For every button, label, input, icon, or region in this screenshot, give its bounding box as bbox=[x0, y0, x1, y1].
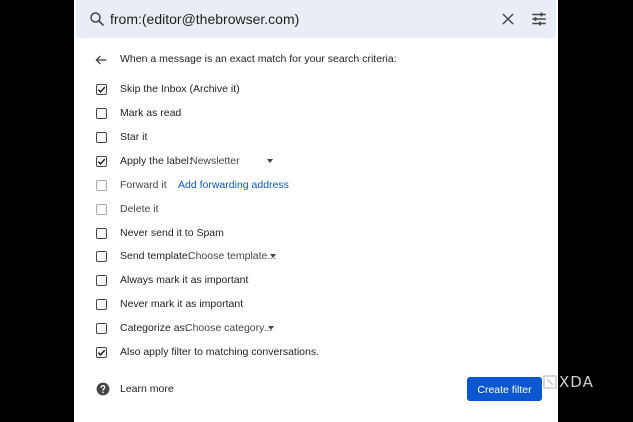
option-label: Categorize as: bbox=[120, 322, 188, 334]
option-forward-it: Forward it Add forwarding address bbox=[96, 178, 536, 196]
option-label: Forward it bbox=[120, 179, 167, 191]
option-label: Also apply filter to matching conversati… bbox=[120, 346, 320, 358]
option-label: Apply the label: bbox=[120, 155, 192, 167]
checkmark-icon bbox=[97, 349, 106, 356]
create-filter-panel: from:(editor@thebrowser.com) When a mess… bbox=[74, 0, 558, 422]
search-input[interactable]: from:(editor@thebrowser.com) bbox=[110, 11, 299, 27]
option-skip-inbox: Skip the Inbox (Archive it) bbox=[96, 82, 536, 100]
option-star-it: Star it bbox=[96, 130, 536, 148]
option-never-important: Never mark it as important bbox=[96, 297, 536, 315]
arrow-back-icon[interactable] bbox=[93, 52, 109, 68]
category-select[interactable]: Choose category... bbox=[185, 321, 272, 335]
option-label: Mark as read bbox=[120, 107, 182, 119]
template-select[interactable]: Choose template... bbox=[188, 249, 276, 263]
checkbox-forward-it[interactable] bbox=[96, 180, 107, 191]
option-mark-as-read: Mark as read bbox=[96, 106, 536, 124]
chevron-down-icon[interactable] bbox=[267, 159, 273, 163]
add-forwarding-address-link[interactable]: Add forwarding address bbox=[178, 178, 289, 192]
search-icon[interactable] bbox=[88, 10, 106, 28]
option-send-template: Send template: Choose template... bbox=[96, 249, 536, 267]
checkmark-icon bbox=[97, 86, 106, 93]
option-apply-to-matching: Also apply filter to matching conversati… bbox=[96, 345, 536, 363]
xda-logo-icon bbox=[543, 375, 557, 389]
option-apply-label: Apply the label: Newsletter bbox=[96, 154, 536, 172]
learn-more-link[interactable]: Learn more bbox=[120, 383, 174, 395]
label-select[interactable]: Newsletter bbox=[190, 154, 240, 168]
close-icon[interactable] bbox=[500, 11, 516, 27]
checkbox-star-it[interactable] bbox=[96, 132, 107, 143]
checkbox-always-important[interactable] bbox=[96, 275, 107, 286]
tune-icon[interactable] bbox=[530, 10, 548, 28]
checkbox-send-template[interactable] bbox=[96, 251, 107, 262]
checkbox-apply-label[interactable] bbox=[96, 156, 107, 167]
chevron-down-icon[interactable] bbox=[270, 254, 276, 258]
option-label: Send template: bbox=[120, 250, 191, 262]
option-label: Skip the Inbox (Archive it) bbox=[120, 83, 240, 95]
checkmark-icon bbox=[97, 158, 106, 165]
option-label: Never send it to Spam bbox=[120, 227, 224, 239]
option-delete-it: Delete it bbox=[96, 202, 536, 220]
option-never-spam: Never send it to Spam bbox=[96, 226, 536, 244]
checkbox-delete-it[interactable] bbox=[96, 204, 107, 215]
search-bar[interactable]: from:(editor@thebrowser.com) bbox=[76, 0, 556, 38]
option-categorize: Categorize as: Choose category... bbox=[96, 321, 536, 339]
help-icon[interactable] bbox=[96, 382, 110, 396]
checkbox-never-spam[interactable] bbox=[96, 228, 107, 239]
chevron-down-icon[interactable] bbox=[268, 326, 274, 330]
checkbox-apply-to-matching[interactable] bbox=[96, 347, 107, 358]
option-label: Delete it bbox=[120, 203, 159, 215]
option-label: Never mark it as important bbox=[120, 298, 244, 310]
checkbox-mark-as-read[interactable] bbox=[96, 108, 107, 119]
checkbox-never-important[interactable] bbox=[96, 299, 107, 310]
option-always-important: Always mark it as important bbox=[96, 273, 536, 291]
checkbox-categorize[interactable] bbox=[96, 323, 107, 334]
create-filter-button[interactable]: Create filter bbox=[467, 377, 542, 401]
option-label: Always mark it as important bbox=[120, 274, 249, 286]
watermark: XDA bbox=[543, 372, 633, 392]
option-label: Star it bbox=[120, 131, 148, 143]
checkbox-skip-inbox[interactable] bbox=[96, 84, 107, 95]
watermark-text: XDA bbox=[559, 373, 594, 391]
filter-header-text: When a message is an exact match for you… bbox=[120, 53, 397, 65]
